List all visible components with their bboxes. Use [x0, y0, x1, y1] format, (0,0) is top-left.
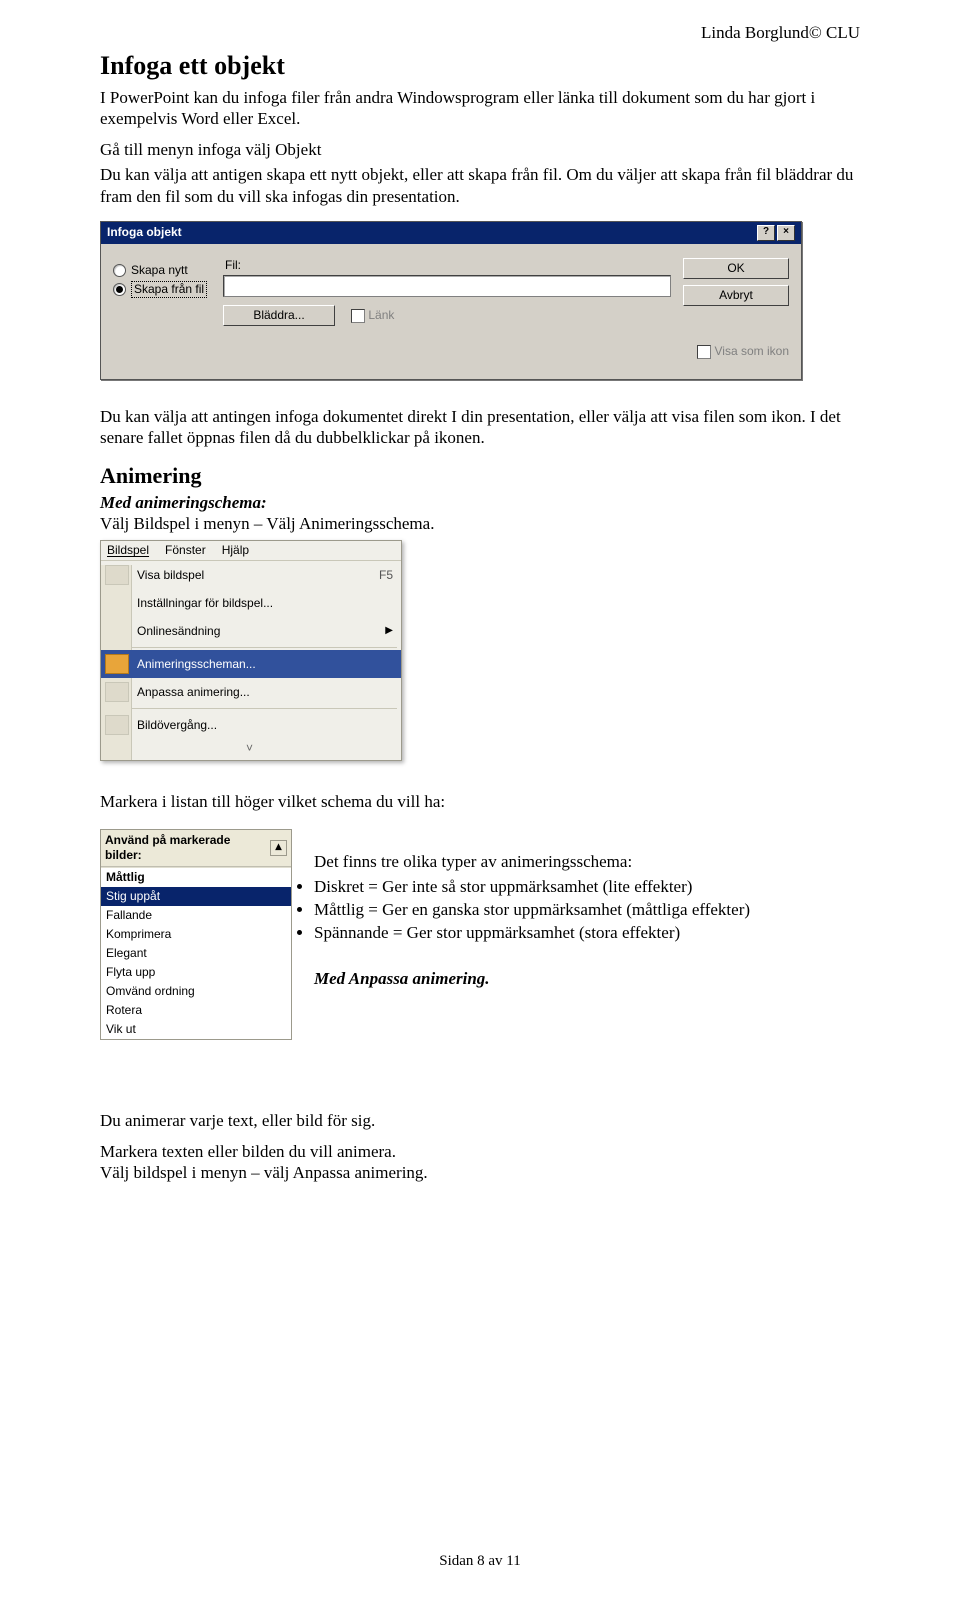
- menu-item-label: Onlinesändning: [137, 624, 377, 639]
- browse-button[interactable]: Bläddra...: [223, 305, 335, 326]
- menu-item-anpassa-animering[interactable]: Anpassa animering...: [101, 678, 401, 706]
- animation-option-flyta-upp[interactable]: Flyta upp: [101, 963, 291, 982]
- animation-list-header: Använd på markerade bilder: ▴: [101, 830, 291, 867]
- file-label: Fil:: [225, 258, 669, 273]
- show-as-icon-label: Visa som ikon: [715, 344, 789, 358]
- menu-top-bildspel[interactable]: Bildspel: [107, 543, 149, 558]
- tail-3: Välj bildspel i menyn – välj Anpassa ani…: [100, 1162, 860, 1183]
- radio-create-new[interactable]: Skapa nytt: [113, 263, 213, 278]
- animation-scheme-list: Använd på markerade bilder: ▴ Måttlig St…: [100, 829, 292, 1040]
- slideshow-play-icon: [105, 565, 129, 585]
- animation-option-komprimera[interactable]: Komprimera: [101, 925, 291, 944]
- dialog-close-button[interactable]: ×: [777, 225, 795, 241]
- slideshow-menu: Bildspel Fönster Hjälp Visa bildspel F5 …: [100, 540, 402, 761]
- menu-item-label: Bildövergång...: [137, 718, 393, 733]
- animation-option-omvand-ordning[interactable]: Omvänd ordning: [101, 982, 291, 1001]
- animation-option-vik-ut[interactable]: Vik ut: [101, 1020, 291, 1039]
- link-checkbox[interactable]: Länk: [351, 308, 394, 323]
- animation-option-elegant[interactable]: Elegant: [101, 944, 291, 963]
- menu-item-onlinesandning[interactable]: Onlinesändning ▶: [101, 617, 401, 645]
- page-header-right: Linda Borglund© CLU: [701, 22, 860, 43]
- dialog-titlebar: Infoga objekt ? ×: [101, 222, 801, 244]
- menu-item-shortcut: F5: [379, 568, 393, 583]
- menu-bar: Bildspel Fönster Hjälp: [101, 541, 401, 561]
- after-menu-text: Markera i listan till höger vilket schem…: [100, 791, 860, 812]
- animation-option-fallande[interactable]: Fallande: [101, 906, 291, 925]
- menu-item-bildovergang[interactable]: Bildövergång...: [101, 711, 401, 739]
- menu-item-label: Animeringsscheman...: [137, 657, 393, 672]
- animation-option-rotera[interactable]: Rotera: [101, 1001, 291, 1020]
- dialog-title: Infoga objekt: [107, 225, 182, 240]
- section2-sub1: Med animeringschema:: [100, 492, 860, 513]
- submenu-arrow-icon: ▶: [385, 625, 393, 638]
- menu-item-label: Anpassa animering...: [137, 685, 393, 700]
- insert-object-dialog: Infoga objekt ? × Skapa nytt Skapa från …: [100, 221, 802, 380]
- scroll-up-button[interactable]: ▴: [270, 840, 287, 856]
- file-path-input[interactable]: [223, 275, 671, 297]
- animation-schemes-icon: [105, 654, 129, 674]
- after-dialog-text: Du kan välja att antingen infoga dokumen…: [100, 406, 860, 449]
- menu-item-label: Inställningar för bildspel...: [137, 596, 393, 611]
- section2-line1: Välj Bildspel i menyn – Välj Animeringss…: [100, 513, 860, 534]
- tail-2: Markera texten eller bilden du vill anim…: [100, 1141, 860, 1162]
- dialog-help-button[interactable]: ?: [757, 225, 775, 241]
- radio-create-new-label: Skapa nytt: [131, 263, 188, 278]
- animation-option-stig-uppat[interactable]: Stig uppåt: [101, 887, 291, 906]
- checkbox-icon: [697, 345, 711, 359]
- cancel-button[interactable]: Avbryt: [683, 285, 789, 306]
- menu-top-hjalp[interactable]: Hjälp: [222, 543, 249, 558]
- menu-item-installningar[interactable]: Inställningar för bildspel...: [101, 589, 401, 617]
- page-footer: Sidan 8 av 11: [0, 1552, 960, 1571]
- slide-transition-icon: [105, 715, 129, 735]
- radio-icon: [113, 283, 126, 296]
- menu-item-label: Visa bildspel: [137, 568, 371, 583]
- radio-from-file[interactable]: Skapa från fil: [113, 281, 213, 298]
- section1-p3: Du kan välja att antigen skapa ett nytt …: [100, 164, 860, 207]
- section2-title: Animering: [100, 462, 860, 490]
- menu-item-visa-bildspel[interactable]: Visa bildspel F5: [101, 561, 401, 589]
- menu-item-animeringsscheman[interactable]: Animeringsscheman...: [101, 650, 401, 678]
- show-as-icon-checkbox[interactable]: Visa som ikon: [697, 344, 789, 359]
- radio-icon: [113, 264, 126, 277]
- menu-top-fonster[interactable]: Fönster: [165, 543, 206, 558]
- link-label: Länk: [368, 308, 394, 322]
- checkbox-icon: [351, 309, 365, 323]
- animation-category: Måttlig: [101, 867, 291, 887]
- tail-1: Du animerar varje text, eller bild för s…: [100, 1110, 860, 1131]
- custom-animation-icon: [105, 682, 129, 702]
- section1-p2: Gå till menyn infoga välj Objekt: [100, 139, 860, 160]
- section1-title: Infoga ett objekt: [100, 50, 860, 83]
- ok-button[interactable]: OK: [683, 258, 789, 279]
- animation-list-title: Använd på markerade bilder:: [105, 833, 270, 863]
- section1-p1: I PowerPoint kan du infoga filer från an…: [100, 87, 860, 130]
- menu-expand-chevron[interactable]: ˅: [101, 739, 401, 760]
- radio-from-file-label: Skapa från fil: [131, 281, 207, 298]
